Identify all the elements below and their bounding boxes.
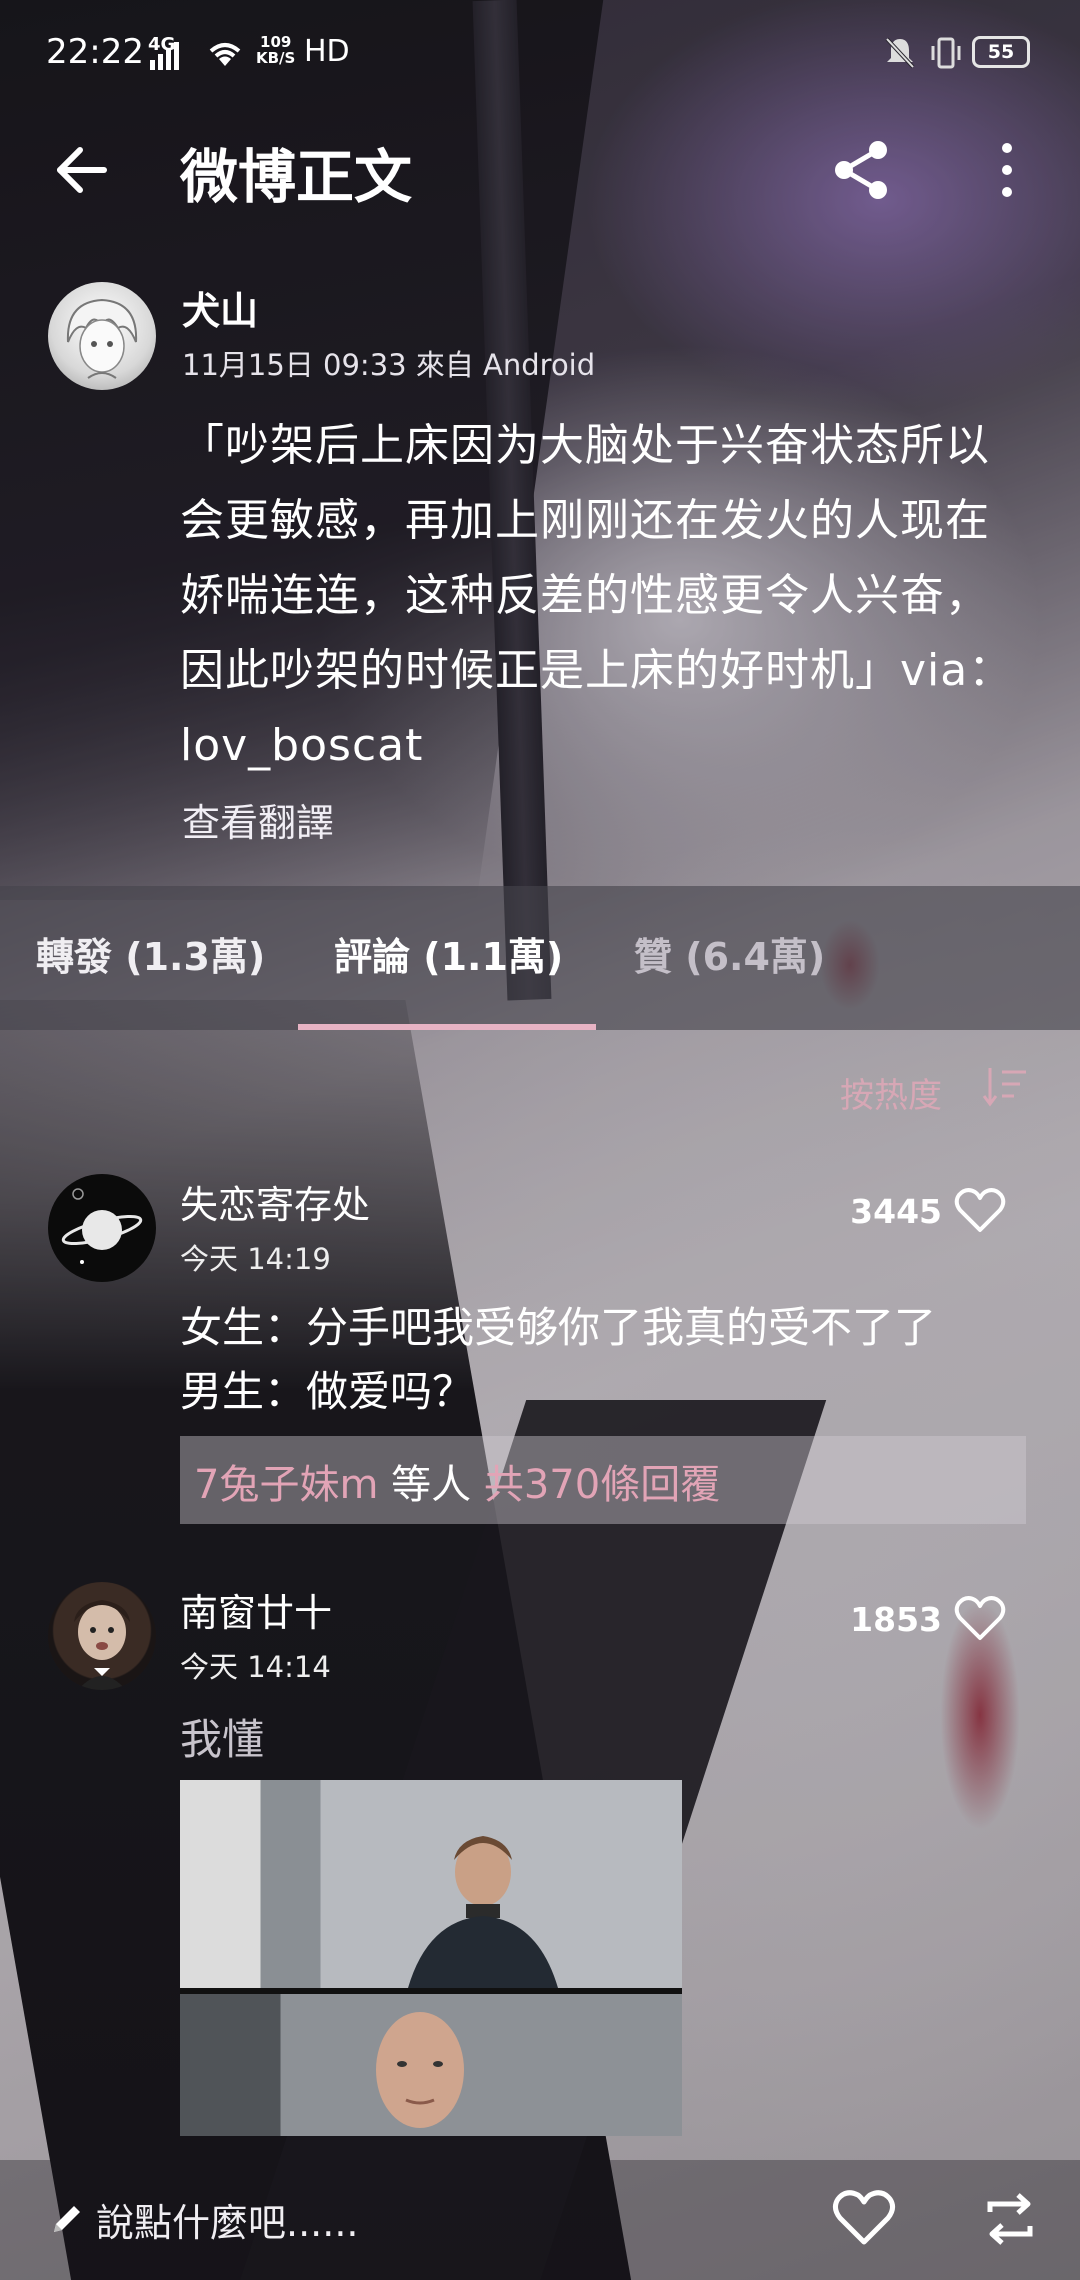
- bottom-action-bar: 說點什麼吧......: [0, 2160, 1080, 2280]
- comment-time: 今天 14:19: [180, 1242, 331, 1276]
- comment-image[interactable]: [180, 1780, 682, 2136]
- tab-comments[interactable]: 評論 (1.1萬): [334, 926, 563, 981]
- replies-usernames[interactable]: 7兔子妹m: [194, 1462, 378, 1508]
- sort-icon[interactable]: [982, 1064, 1032, 1108]
- comment-author[interactable]: 失恋寄存处: [180, 1174, 370, 1229]
- replies-connector: 等人: [378, 1462, 484, 1508]
- net-speed: 109 KB/S: [256, 33, 296, 67]
- vibrate-icon: [931, 37, 961, 69]
- signal-icon: [150, 42, 179, 70]
- post-author-name[interactable]: 犬山: [182, 280, 258, 335]
- active-tab-indicator: [298, 1024, 596, 1030]
- heart-icon[interactable]: [832, 2188, 896, 2248]
- post-body-text: 「吵架后上床因为大脑处于兴奋状态所以会更敏感，再加上刚刚还在发火的人现在娇喘连连…: [180, 420, 1014, 771]
- comment-like-count: 1853: [850, 1600, 942, 1639]
- comment-text: 女生：分手吧我受够你了我真的受不了了 男生：做爱吗？: [180, 1303, 937, 1416]
- comment-like-count: 3445: [850, 1192, 942, 1231]
- more-vert-icon[interactable]: [990, 138, 1024, 202]
- status-bar: 22:22 4G 109 KB/S HD 55: [0, 0, 1080, 110]
- heart-outline-icon[interactable]: [954, 1594, 1006, 1642]
- battery-icon: 55: [972, 36, 1030, 68]
- page-title: 微博正文: [180, 143, 413, 211]
- comment-time: 今天 14:14: [180, 1650, 331, 1684]
- wifi-icon: [209, 43, 241, 66]
- comment-avatar[interactable]: [48, 1582, 156, 1690]
- comment-avatar[interactable]: [48, 1174, 156, 1282]
- post-tabs: 轉發 (1.3萬) 評論 (1.1萬) 贊 (6.4萬): [0, 886, 1080, 1030]
- post-author-avatar[interactable]: [48, 282, 156, 390]
- share-icon[interactable]: [830, 138, 894, 202]
- status-time: 22:22: [46, 32, 144, 72]
- comment-input-placeholder[interactable]: 說點什麼吧......: [96, 2192, 358, 2247]
- back-arrow-icon[interactable]: [52, 140, 112, 200]
- translate-link[interactable]: 查看翻譯: [182, 792, 334, 847]
- comment-author[interactable]: 南窗廿十: [180, 1582, 332, 1637]
- tab-reposts[interactable]: 轉發 (1.3萬): [36, 926, 265, 981]
- sort-by-hot-button[interactable]: 按热度: [840, 1068, 942, 1117]
- tab-likes[interactable]: 贊 (6.4萬): [634, 926, 825, 981]
- post-meta: 11月15日 09:33 來自 Android: [182, 348, 596, 382]
- hd-indicator: HD: [304, 34, 350, 69]
- mute-icon: [885, 37, 915, 69]
- replies-count[interactable]: 共370條回覆: [484, 1462, 720, 1508]
- replies-summary[interactable]: 7兔子妹m 等人 共370條回覆: [180, 1436, 1026, 1524]
- comment-text: 我懂: [180, 1715, 265, 1764]
- pencil-icon[interactable]: [50, 2202, 84, 2236]
- repost-icon[interactable]: [980, 2190, 1040, 2248]
- top-app-bar: 微博正文: [0, 120, 1080, 220]
- heart-outline-icon[interactable]: [954, 1186, 1006, 1234]
